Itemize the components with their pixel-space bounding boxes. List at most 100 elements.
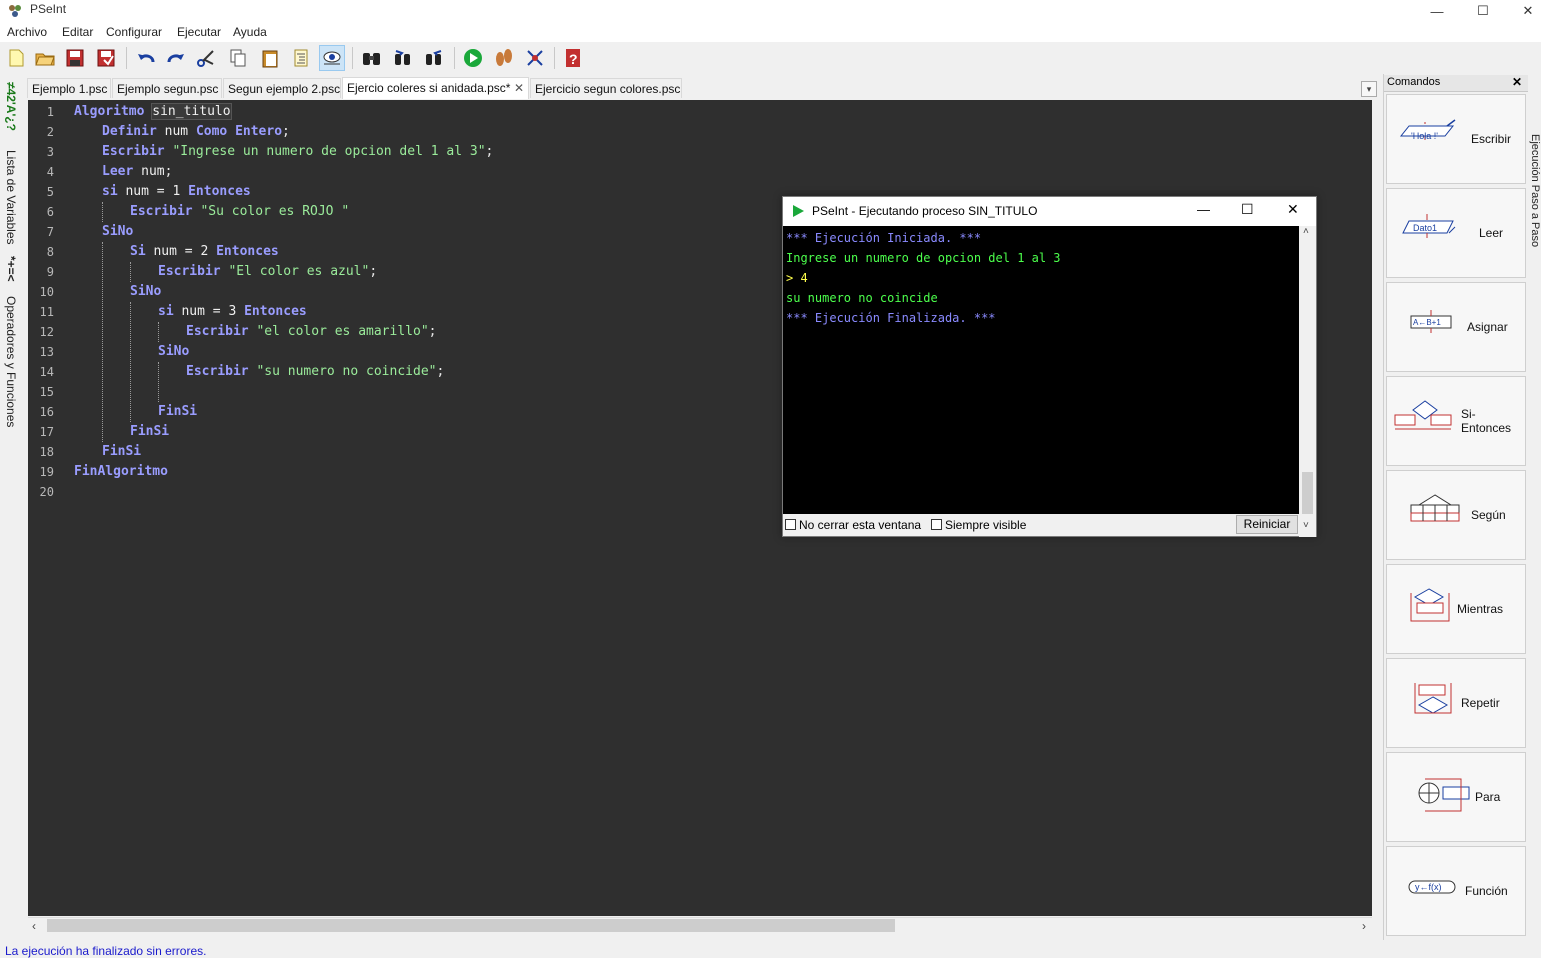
tab-segun-ejemplo-2[interactable]: Segun ejemplo 2.psc [223, 78, 341, 98]
terminator: ; [428, 324, 437, 339]
undo-icon[interactable] [133, 45, 159, 71]
tab-ejemplo-1[interactable]: Ejemplo 1.psc [27, 78, 111, 98]
code-line: SiNo [102, 222, 133, 242]
tab-label: Ejercio coleres si anidada.psc* [347, 81, 511, 95]
maximize-button[interactable]: ☐ [1460, 0, 1506, 22]
menu-archivo[interactable]: Archivo [7, 25, 47, 39]
command-label: Escribir [1471, 132, 1512, 146]
run-icon[interactable] [460, 45, 486, 71]
console-scroll-thumb[interactable] [1302, 472, 1313, 514]
scroll-right-icon[interactable]: › [1362, 919, 1366, 933]
copy-icon[interactable] [225, 45, 251, 71]
toolbar-separator [126, 47, 127, 69]
command-para[interactable]: Para [1386, 752, 1526, 842]
toolbar-separator [554, 47, 555, 69]
command-mientras[interactable]: Mientras [1386, 564, 1526, 654]
console-title-bar: PSeInt - Ejecutando proceso SIN_TITULO —… [783, 197, 1316, 226]
new-file-icon[interactable] [3, 45, 29, 71]
terminator: ; [485, 144, 494, 159]
find-icon[interactable] [359, 45, 385, 71]
tab-ejercicio-segun-colores[interactable]: Ejercicio segun colores.psc [530, 78, 682, 98]
siempre-visible-label: Siempre visible [945, 518, 1027, 532]
terminator: ; [282, 124, 290, 139]
scroll-down-icon[interactable]: ˅ [1303, 520, 1309, 531]
variables-eye-icon[interactable] [319, 45, 345, 71]
cut-icon[interactable] [193, 45, 219, 71]
code-line: SiNo [158, 342, 189, 362]
open-folder-icon[interactable] [32, 45, 58, 71]
tab-ejercio-coleres[interactable]: Ejercio coleres si anidada.psc* ✕ [342, 77, 529, 99]
console-close-button[interactable]: ✕ [1287, 201, 1299, 218]
code-line: Definir num Como Entero; [102, 122, 290, 142]
flowchart-icon[interactable] [522, 45, 548, 71]
keyword: Como [195, 124, 228, 139]
horizontal-scroll-thumb[interactable] [47, 919, 895, 932]
keyword: FinSi [130, 424, 170, 439]
menu-ejecutar[interactable]: Ejecutar [177, 25, 221, 39]
command-si-entonces[interactable]: Si-Entonces [1386, 376, 1526, 466]
redo-icon[interactable] [163, 45, 189, 71]
minimize-button[interactable]: — [1414, 0, 1460, 22]
console-vertical-scrollbar[interactable]: ˄ ˅ [1299, 226, 1316, 537]
menu-configurar[interactable]: Configurar [106, 25, 162, 39]
help-icon[interactable]: ? [560, 45, 586, 71]
console-output[interactable]: *** Ejecución Iniciada. *** Ingrese un n… [783, 226, 1299, 514]
keyword: Escribir [158, 264, 221, 279]
code-line: Escribir "Su color es ROJO " [130, 202, 349, 222]
find-next-icon[interactable] [421, 45, 447, 71]
line-number: 3 [46, 145, 54, 159]
variables-list-tab[interactable]: Lista de Variables [4, 150, 18, 245]
close-button[interactable]: ✕ [1505, 0, 1541, 22]
keyword: si [158, 304, 174, 319]
code-line: Escribir "El color es azul"; [158, 262, 377, 282]
save-icon[interactable] [62, 45, 88, 71]
indent-icon[interactable] [288, 45, 314, 71]
operators-functions-tab[interactable]: Operadores y Funciones [4, 296, 18, 427]
command-leer[interactable]: Dato1 Leer [1386, 188, 1526, 278]
console-minimize-button[interactable]: — [1197, 202, 1210, 217]
tab-ejemplo-segun[interactable]: Ejemplo segun.psc [112, 78, 222, 98]
expression: num = 2 [153, 244, 209, 259]
switch-shape-icon [1410, 494, 1460, 522]
keyword: Definir [102, 124, 157, 139]
keyword: Entonces [216, 244, 279, 259]
no-cerrar-checkbox[interactable] [785, 519, 796, 530]
scroll-up-icon[interactable]: ˄ [1303, 226, 1309, 237]
keyword: Escribir [186, 364, 249, 379]
reiniciar-button[interactable]: Reiniciar [1236, 515, 1298, 534]
tabs-dropdown-icon[interactable]: ▾ [1361, 81, 1377, 97]
line-number: 9 [46, 265, 54, 279]
save-as-icon[interactable] [93, 45, 119, 71]
step-by-step-tab[interactable]: Ejecución Paso a Paso [1529, 134, 1541, 247]
run-icon [793, 205, 804, 217]
paste-icon[interactable] [257, 45, 283, 71]
step-by-step-icon[interactable] [491, 45, 517, 71]
command-asignar[interactable]: A←B+1 Asignar [1386, 282, 1526, 372]
line-number: 15 [39, 385, 54, 399]
keyword: Entero [235, 124, 283, 139]
command-label: Función [1465, 884, 1508, 898]
menu-editar[interactable]: Editar [62, 25, 93, 39]
variables-glyph-icon[interactable]: ≠42'A'¿? [4, 82, 18, 131]
code-line: Escribir "el color es amarillo"; [186, 322, 436, 342]
command-escribir[interactable]: 'Hola !' Escribir [1386, 94, 1526, 184]
line-number: 17 [39, 425, 54, 439]
line-number: 18 [39, 445, 54, 459]
command-segun[interactable]: Según [1386, 470, 1526, 560]
commands-close-icon[interactable]: ✕ [1512, 75, 1522, 89]
scroll-left-icon[interactable]: ‹ [32, 919, 36, 933]
line-number: 6 [46, 205, 54, 219]
indent-guide [158, 322, 159, 342]
command-funcion[interactable]: y←f(x) Función [1386, 846, 1526, 936]
find-prev-icon[interactable] [390, 45, 416, 71]
operators-glyph-icon[interactable]: *+=< [4, 256, 18, 282]
tab-close-icon[interactable]: ✕ [514, 78, 524, 98]
command-repetir[interactable]: Repetir [1386, 658, 1526, 748]
code-line: FinSi [130, 422, 169, 442]
console-maximize-button[interactable]: ☐ [1241, 201, 1254, 218]
menu-ayuda[interactable]: Ayuda [233, 25, 267, 39]
command-label: Para [1475, 790, 1501, 804]
keyword: Escribir [130, 204, 193, 219]
siempre-visible-checkbox[interactable] [931, 519, 942, 530]
line-number: 14 [39, 365, 54, 379]
